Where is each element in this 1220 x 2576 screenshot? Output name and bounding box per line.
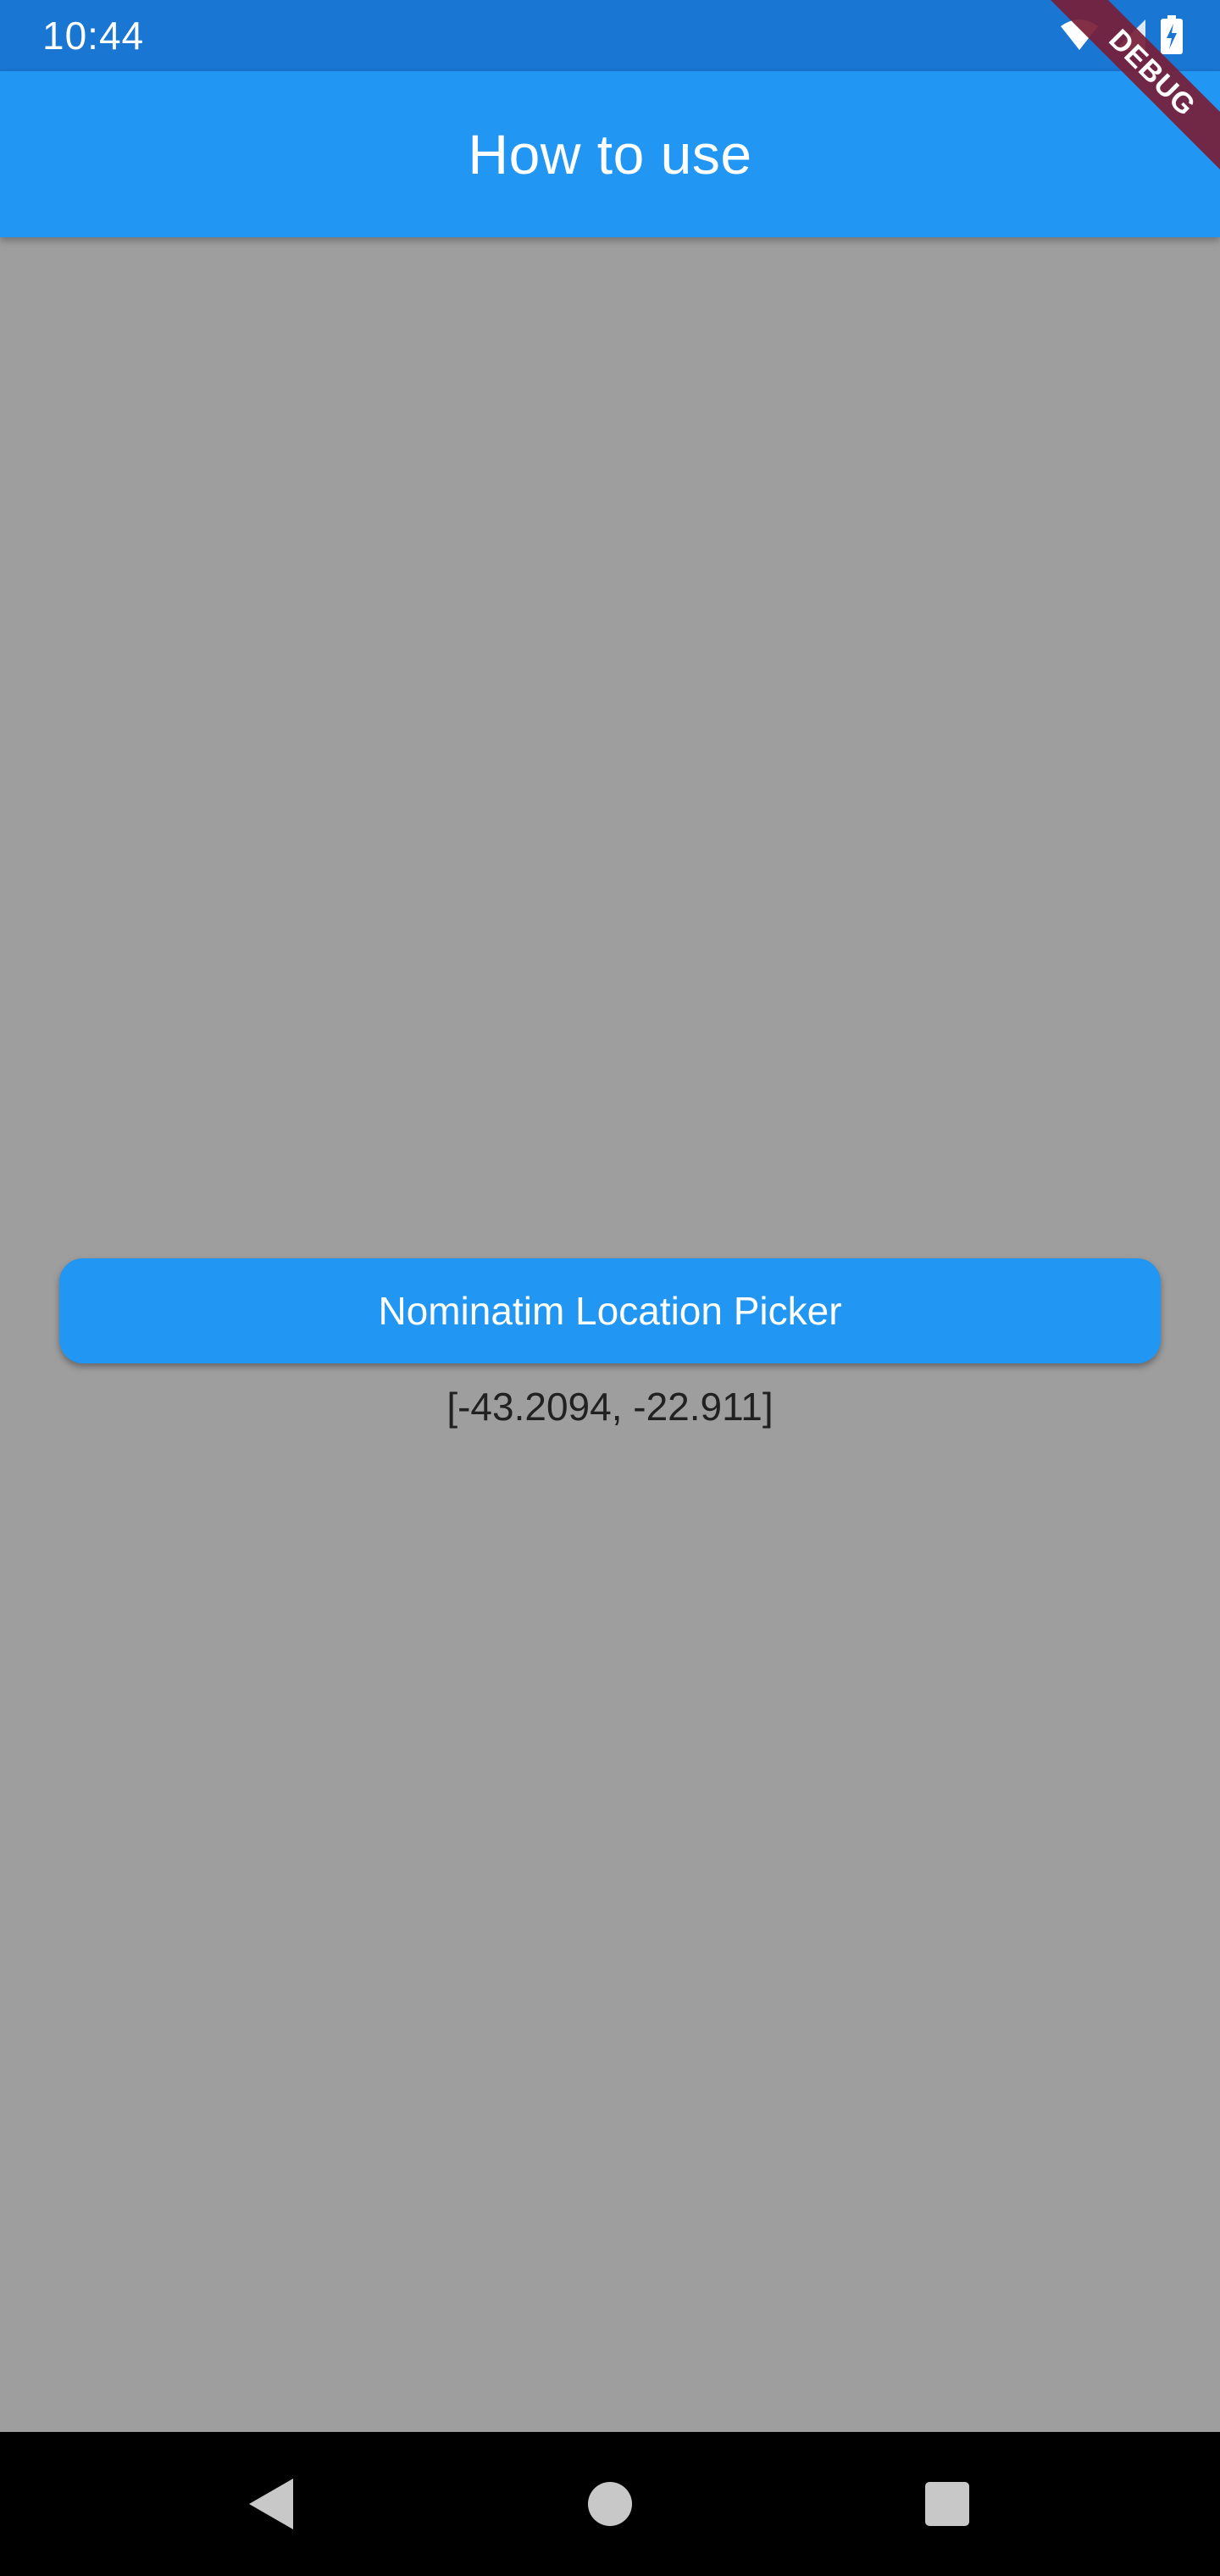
coordinates-text: [-43.2094, -22.911]: [446, 1385, 774, 1429]
main-content: Nominatim Location Picker [-43.2094, -22…: [0, 237, 1220, 2432]
back-button[interactable]: [203, 2432, 339, 2576]
wifi-icon: [1059, 18, 1100, 56]
home-icon: [588, 2482, 632, 2526]
recents-icon: [925, 2482, 969, 2526]
cell-signal-icon: [1113, 18, 1147, 56]
app-screen: 10:44 How to use DEBUG Nominatim Locatio…: [0, 0, 1220, 2576]
page-title: How to use: [468, 123, 752, 186]
recents-button[interactable]: [879, 2432, 1015, 2576]
home-button[interactable]: [542, 2432, 678, 2576]
status-icons: [1059, 14, 1183, 58]
app-bar: How to use: [0, 71, 1220, 237]
status-time: 10:44: [42, 14, 145, 58]
battery-charging-icon: [1161, 14, 1183, 58]
status-bar: 10:44: [0, 0, 1220, 71]
location-picker-button[interactable]: Nominatim Location Picker: [59, 1258, 1161, 1363]
back-icon: [249, 2479, 293, 2529]
navigation-bar: [0, 2432, 1220, 2576]
